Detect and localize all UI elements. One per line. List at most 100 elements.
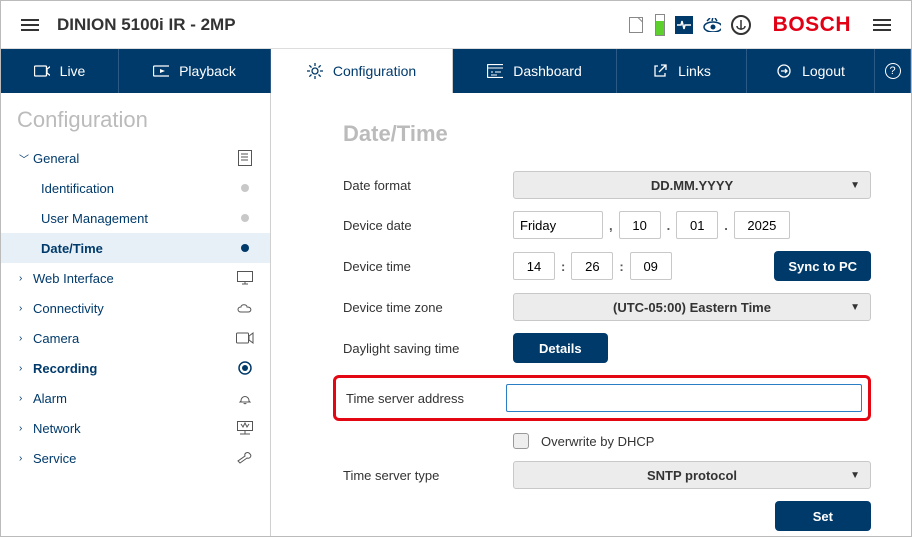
input-hour[interactable] [513,252,555,280]
pulse-icon[interactable] [675,16,693,34]
monitor-icon [232,271,258,285]
sync-to-pc-button[interactable]: Sync to PC [774,251,871,281]
tab-live-label: Live [60,63,86,79]
chevron-right-icon: › [19,363,33,374]
input-weekday[interactable] [513,211,603,239]
dashboard-icon [487,63,503,79]
chevron-right-icon: › [19,333,33,344]
input-day[interactable] [619,211,661,239]
input-month[interactable] [676,211,718,239]
separator: , [609,218,613,233]
separator: . [667,218,671,233]
sidebar-item-service[interactable]: › Service [1,443,270,473]
sidebar-item-camera[interactable]: › Camera [1,323,270,353]
sidebar-item-recording[interactable]: › Recording [1,353,270,383]
menu-icon[interactable] [21,19,39,31]
external-link-icon [652,63,668,79]
caret-down-icon: ▼ [850,180,860,191]
tab-playback-label: Playback [179,63,236,79]
row-device-time: Device time : : Sync to PC [343,251,871,281]
live-icon [34,63,50,79]
brand-logo: BOSCH [773,13,851,37]
tab-logout-label: Logout [802,63,845,79]
content: Date/Time Date format DD.MM.YYYY ▼ Devic… [271,93,911,536]
row-dst: Daylight saving time Details [343,333,871,363]
input-time-server-address[interactable] [506,384,862,412]
signal-icon[interactable] [655,14,665,36]
note-icon [232,150,258,166]
row-overwrite-dhcp: Overwrite by DHCP [343,433,871,449]
sidebar-item-alarm[interactable]: › Alarm [1,383,270,413]
sidebar-item-identification[interactable]: Identification [1,173,270,203]
row-time-server-address: Time server address [333,375,871,421]
tab-configuration[interactable]: Configuration [271,49,453,93]
chevron-right-icon: › [19,393,33,404]
anchor-icon[interactable] [731,15,751,35]
tab-dashboard[interactable]: Dashboard [453,49,617,93]
status-icons: BOSCH [627,13,891,37]
sidebar: Configuration ﹀ General Identification U… [1,93,271,536]
logout-icon [776,63,792,79]
row-device-date: Device date , . . [343,211,871,239]
tab-dashboard-label: Dashboard [513,63,582,79]
record-icon [232,361,258,375]
tab-links-label: Links [678,63,711,79]
device-name: DINION 5100i IR - 2MP [57,15,627,35]
tab-links[interactable]: Links [617,49,747,93]
tab-live[interactable]: Live [1,49,119,93]
input-year[interactable] [734,211,790,239]
sidebar-item-network[interactable]: › Network [1,413,270,443]
sidebar-item-web-interface[interactable]: › Web Interface [1,263,270,293]
tab-configuration-label: Configuration [333,63,416,79]
chevron-right-icon: › [19,303,33,314]
separator: : [619,259,623,274]
sidebar-item-user-management[interactable]: User Management [1,203,270,233]
eye-icon[interactable] [703,16,721,34]
set-button[interactable]: Set [775,501,871,531]
card-icon[interactable] [627,16,645,34]
input-second[interactable] [630,252,672,280]
label-device-date: Device date [343,218,513,233]
select-time-server-type[interactable]: SNTP protocol ▼ [513,461,871,489]
header: DINION 5100i IR - 2MP BOSCH [1,1,911,49]
input-minute[interactable] [571,252,613,280]
label-date-format: Date format [343,178,513,193]
tab-logout[interactable]: Logout [747,49,875,93]
status-dot-icon [232,214,258,222]
separator: . [724,218,728,233]
cloud-icon [232,302,258,314]
dst-details-button[interactable]: Details [513,333,608,363]
row-time-zone: Device time zone (UTC-05:00) Eastern Tim… [343,293,871,321]
label-time-server-type: Time server type [343,468,513,483]
label-time-server-address: Time server address [346,391,506,406]
select-date-format[interactable]: DD.MM.YYYY ▼ [513,171,871,199]
menu-right-icon[interactable] [873,19,891,31]
chevron-right-icon: › [19,273,33,284]
separator: : [561,259,565,274]
select-time-zone[interactable]: (UTC-05:00) Eastern Time ▼ [513,293,871,321]
chevron-right-icon: › [19,453,33,464]
sidebar-item-connectivity[interactable]: › Connectivity [1,293,270,323]
label-time-zone: Device time zone [343,300,513,315]
label-device-time: Device time [343,259,513,274]
label-overwrite-dhcp: Overwrite by DHCP [541,434,654,449]
camera-icon [232,332,258,344]
sidebar-item-general[interactable]: ﹀ General [1,143,270,173]
checkbox-overwrite-dhcp[interactable] [513,433,529,449]
gear-icon [307,63,323,79]
caret-down-icon: ▼ [850,470,860,481]
sidebar-item-date-time[interactable]: Date/Time [1,233,270,263]
label-dst: Daylight saving time [343,341,513,356]
caret-down-icon: ▼ [850,302,860,313]
row-set: Set [343,501,871,531]
chevron-right-icon: › [19,423,33,434]
wrench-icon [232,451,258,465]
playback-icon [153,63,169,79]
network-icon [232,421,258,435]
status-dot-icon [232,184,258,192]
tab-playback[interactable]: Playback [119,49,271,93]
row-date-format: Date format DD.MM.YYYY ▼ [343,171,871,199]
status-dot-icon [232,244,258,252]
tab-help[interactable]: ? [875,49,911,93]
sidebar-title: Configuration [1,103,270,143]
